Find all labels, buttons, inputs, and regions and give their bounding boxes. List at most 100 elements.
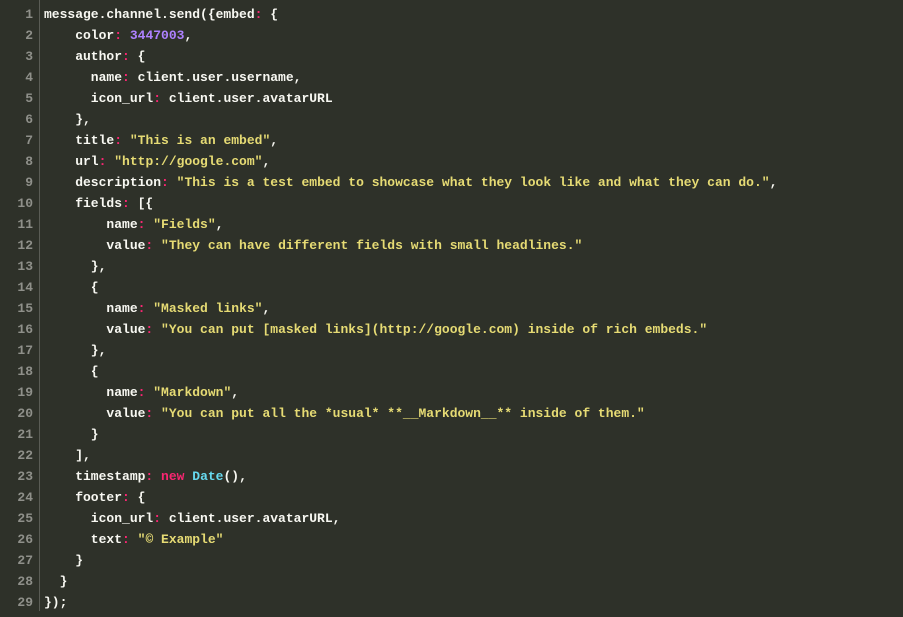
line-number: 28 bbox=[0, 571, 33, 592]
line-number: 16 bbox=[0, 319, 33, 340]
code-token: name bbox=[44, 385, 138, 400]
code-line[interactable]: name: "Fields", bbox=[44, 214, 903, 235]
code-token: icon_url bbox=[44, 91, 153, 106]
code-token: client.user.avatarURL bbox=[161, 91, 333, 106]
line-number: 27 bbox=[0, 550, 33, 571]
code-token: : bbox=[114, 28, 122, 43]
line-number: 11 bbox=[0, 214, 33, 235]
code-token: color bbox=[44, 28, 114, 43]
code-token: , bbox=[216, 217, 224, 232]
code-line[interactable]: url: "http://google.com", bbox=[44, 151, 903, 172]
code-token: text bbox=[44, 532, 122, 547]
code-line[interactable]: { bbox=[44, 361, 903, 382]
code-token: name bbox=[44, 217, 138, 232]
code-token: icon_url bbox=[44, 511, 153, 526]
code-token bbox=[153, 469, 161, 484]
code-token: "© Example" bbox=[138, 532, 224, 547]
line-number: 10 bbox=[0, 193, 33, 214]
code-line[interactable]: value: "You can put [masked links](http:… bbox=[44, 319, 903, 340]
code-token bbox=[122, 133, 130, 148]
code-line[interactable]: footer: { bbox=[44, 487, 903, 508]
code-token: : bbox=[114, 133, 122, 148]
code-token: }); bbox=[44, 595, 67, 610]
code-token: }, bbox=[44, 343, 106, 358]
code-token: { bbox=[44, 280, 99, 295]
code-line[interactable]: ], bbox=[44, 445, 903, 466]
code-token: "Masked links" bbox=[153, 301, 262, 316]
code-token: , bbox=[231, 385, 239, 400]
code-token: "They can have different fields with sma… bbox=[161, 238, 582, 253]
code-token: { bbox=[130, 49, 146, 64]
line-number: 5 bbox=[0, 88, 33, 109]
line-number: 7 bbox=[0, 130, 33, 151]
code-token: } bbox=[44, 574, 67, 589]
line-number: 21 bbox=[0, 424, 33, 445]
line-number: 2 bbox=[0, 25, 33, 46]
code-line[interactable]: { bbox=[44, 277, 903, 298]
code-token: client.user.username, bbox=[130, 70, 302, 85]
code-line[interactable]: timestamp: new Date(), bbox=[44, 466, 903, 487]
line-number: 4 bbox=[0, 67, 33, 88]
code-line[interactable]: }, bbox=[44, 340, 903, 361]
code-area[interactable]: message.channel.send({embed: { color: 34… bbox=[40, 0, 903, 611]
code-token: : bbox=[153, 91, 161, 106]
code-line[interactable]: } bbox=[44, 550, 903, 571]
code-token: "This is an embed" bbox=[130, 133, 270, 148]
code-line[interactable]: description: "This is a test embed to sh… bbox=[44, 172, 903, 193]
code-editor[interactable]: 1234567891011121314151617181920212223242… bbox=[0, 0, 903, 617]
code-token: } bbox=[44, 427, 99, 442]
code-token: value bbox=[44, 406, 145, 421]
code-line[interactable]: name: "Masked links", bbox=[44, 298, 903, 319]
line-number: 6 bbox=[0, 109, 33, 130]
code-line[interactable]: }, bbox=[44, 109, 903, 130]
code-token: [{ bbox=[130, 196, 153, 211]
code-token: : bbox=[122, 196, 130, 211]
code-line[interactable]: }, bbox=[44, 256, 903, 277]
line-number: 25 bbox=[0, 508, 33, 529]
code-line[interactable]: } bbox=[44, 571, 903, 592]
line-number: 23 bbox=[0, 466, 33, 487]
line-number: 24 bbox=[0, 487, 33, 508]
code-token: "This is a test embed to showcase what t… bbox=[177, 175, 770, 190]
code-token: "Markdown" bbox=[153, 385, 231, 400]
code-token bbox=[169, 175, 177, 190]
code-token: ], bbox=[44, 448, 91, 463]
code-line[interactable]: text: "© Example" bbox=[44, 529, 903, 550]
line-number: 22 bbox=[0, 445, 33, 466]
code-token bbox=[153, 406, 161, 421]
code-token: }, bbox=[44, 259, 106, 274]
line-number: 14 bbox=[0, 277, 33, 298]
code-line[interactable]: value: "They can have different fields w… bbox=[44, 235, 903, 256]
code-token: Date bbox=[192, 469, 223, 484]
code-line[interactable]: name: client.user.username, bbox=[44, 67, 903, 88]
code-line[interactable]: } bbox=[44, 424, 903, 445]
line-number: 18 bbox=[0, 361, 33, 382]
code-token: { bbox=[130, 490, 146, 505]
code-token: author bbox=[44, 49, 122, 64]
code-token bbox=[122, 28, 130, 43]
code-line[interactable]: }); bbox=[44, 592, 903, 611]
code-line[interactable]: color: 3447003, bbox=[44, 25, 903, 46]
code-line[interactable]: title: "This is an embed", bbox=[44, 130, 903, 151]
code-token: { bbox=[262, 7, 278, 22]
code-line[interactable]: value: "You can put all the *usual* **__… bbox=[44, 403, 903, 424]
code-token: : bbox=[153, 511, 161, 526]
code-token: "You can put all the *usual* **__Markdow… bbox=[161, 406, 645, 421]
line-number-gutter: 1234567891011121314151617181920212223242… bbox=[0, 0, 40, 611]
code-token: message.channel.send({embed bbox=[44, 7, 255, 22]
code-token: } bbox=[44, 553, 83, 568]
line-number: 15 bbox=[0, 298, 33, 319]
code-token: value bbox=[44, 238, 145, 253]
code-line[interactable]: icon_url: client.user.avatarURL, bbox=[44, 508, 903, 529]
code-line[interactable]: name: "Markdown", bbox=[44, 382, 903, 403]
code-token bbox=[130, 532, 138, 547]
line-number: 17 bbox=[0, 340, 33, 361]
line-number: 8 bbox=[0, 151, 33, 172]
line-number: 26 bbox=[0, 529, 33, 550]
code-token: value bbox=[44, 322, 145, 337]
code-line[interactable]: author: { bbox=[44, 46, 903, 67]
code-line[interactable]: message.channel.send({embed: { bbox=[44, 4, 903, 25]
code-token: : bbox=[122, 532, 130, 547]
code-line[interactable]: icon_url: client.user.avatarURL bbox=[44, 88, 903, 109]
code-line[interactable]: fields: [{ bbox=[44, 193, 903, 214]
